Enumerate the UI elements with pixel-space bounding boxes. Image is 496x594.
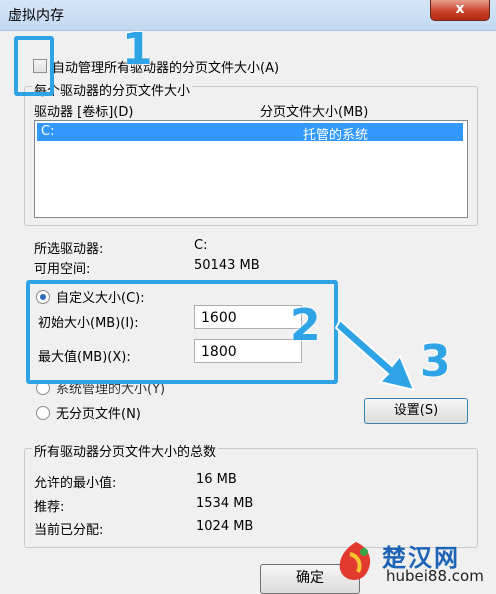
selected-drive-value: C: [194, 238, 208, 253]
drive-column-header: 驱动器 [卷标](D) [34, 105, 134, 120]
auto-manage-label[interactable]: 自动管理所有驱动器的分页文件大小(A) [52, 57, 279, 76]
drive-list[interactable]: C: 托管的系统 [34, 120, 468, 218]
watermark: 楚汉网 hubei88.com [332, 538, 496, 587]
set-button[interactable]: 设置(S) [364, 398, 468, 424]
recommended-label: 推荐: [34, 500, 65, 515]
drive-cell: C: [41, 124, 55, 139]
allocated-label: 当前已分配: [34, 523, 104, 538]
free-space-value: 50143 MB [194, 258, 260, 273]
selected-drive-label: 所选驱动器: [34, 242, 104, 257]
window-title: 虚拟内存 [8, 8, 64, 24]
totals-legend: 所有驱动器分页文件大小的总数 [32, 441, 219, 460]
step3-number: 3 [420, 336, 451, 387]
watermark-logo-icon [339, 542, 371, 580]
list-item[interactable]: C: 托管的系统 [37, 123, 463, 143]
size-cell: 托管的系统 [303, 128, 369, 143]
close-button[interactable]: x [430, 0, 490, 21]
watermark-url: hubei88.com [386, 567, 484, 585]
title-bar: 虚拟内存 x [0, 0, 496, 31]
free-space-label: 可用空间: [34, 262, 91, 277]
size-column-header: 分页文件大小(MB) [260, 105, 369, 120]
allocated-value: 1024 MB [196, 519, 254, 534]
step2-number: 2 [290, 300, 321, 351]
close-icon: x [455, 1, 465, 17]
step1-number: 1 [122, 24, 153, 75]
step3-arrow-icon [334, 318, 416, 392]
per-drive-legend: 每个驱动器的分页文件大小 [32, 80, 193, 99]
no-paging-label[interactable]: 无分页文件(N) [56, 403, 141, 422]
recommended-value: 1534 MB [196, 496, 254, 511]
no-paging-radio[interactable] [36, 406, 50, 420]
min-allowed-value: 16 MB [196, 472, 237, 487]
step1-highlight [14, 36, 54, 96]
min-allowed-label: 允许的最小值: [34, 476, 117, 491]
